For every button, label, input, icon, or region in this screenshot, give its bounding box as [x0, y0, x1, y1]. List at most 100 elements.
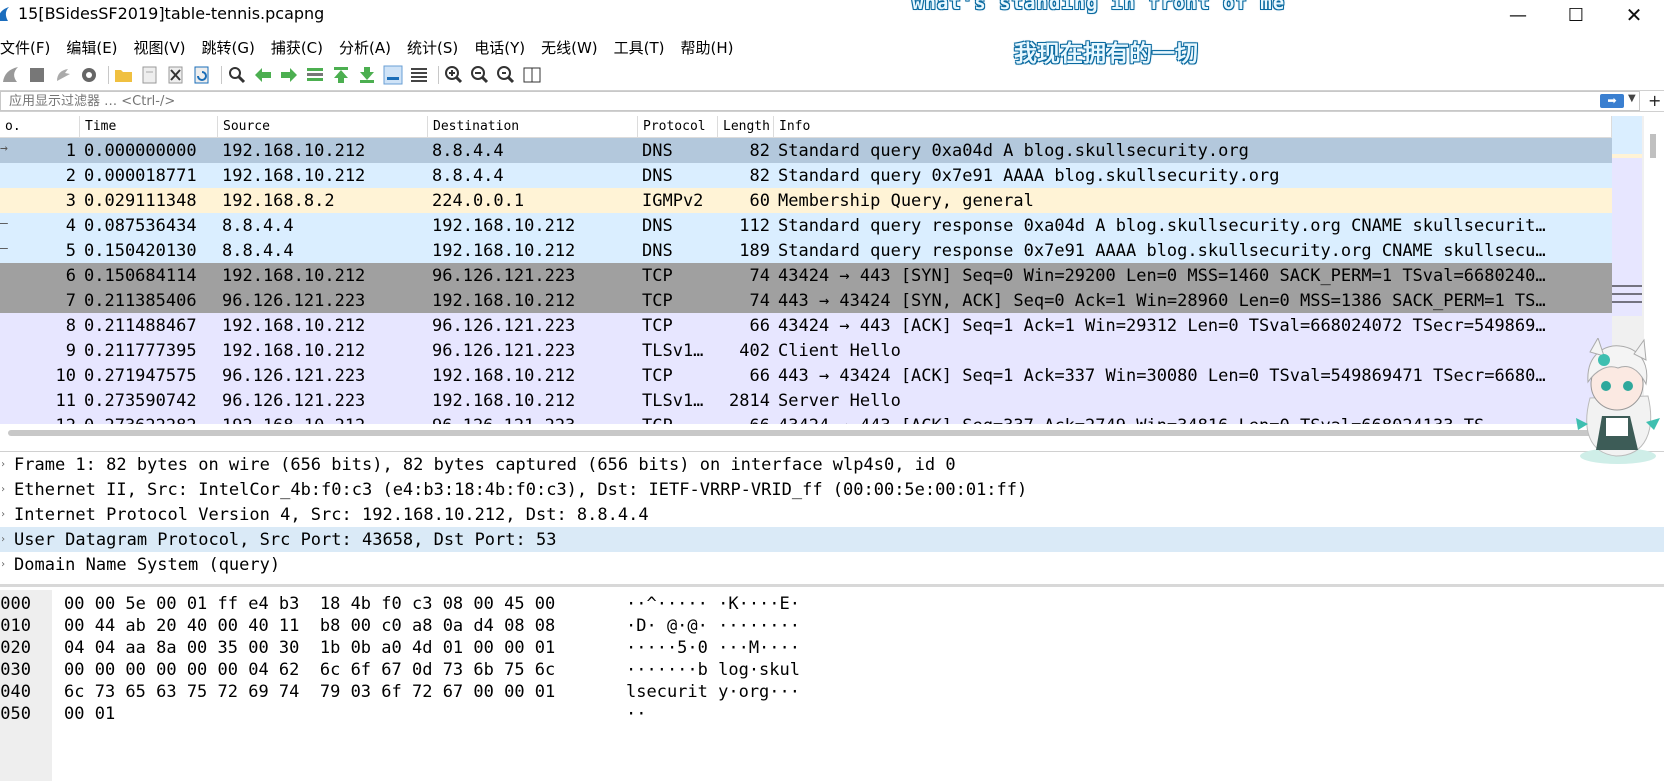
filter-history-dropdown[interactable]: ▼ [1628, 93, 1636, 104]
detail-tree-item[interactable]: › User Datagram Protocol, Src Port: 43658… [0, 527, 1664, 552]
packet-dst-text: 192.168.10.212 [432, 215, 576, 236]
go-back-button[interactable] [252, 64, 274, 86]
packet-row[interactable]: → 1 0.000000000 192.168.10.212 8.8.4.4 DNS 82 S… [0, 138, 1612, 163]
go-to-packet-button[interactable] [304, 64, 326, 86]
expand-chevron-icon[interactable]: › [0, 484, 14, 495]
display-filter-input[interactable] [0, 91, 1640, 111]
capture-options-button[interactable] [78, 64, 100, 86]
packet-info-cell: Standard query 0x7e91 AAAA blog.skullsec… [774, 166, 1612, 186]
go-first-button[interactable] [330, 64, 352, 86]
hex-ascii: ·······b log·skul [626, 660, 800, 680]
close-button[interactable]: ✕ [1606, 0, 1662, 30]
go-last-button[interactable] [356, 64, 378, 86]
save-file-icon [142, 66, 157, 84]
pane-splitter[interactable] [0, 584, 1664, 587]
open-file-button[interactable] [113, 64, 135, 86]
close-file-button[interactable] [165, 64, 187, 86]
column-header[interactable]: Source [218, 116, 428, 137]
packet-row[interactable]: 11 0.273590742 96.126.121.223 192.168.10.21… [0, 388, 1612, 413]
packet-len-text: 60 [749, 190, 770, 211]
stop-capture-button[interactable] [26, 64, 48, 86]
menu-item[interactable]: 跳转(G) [194, 37, 263, 58]
packet-no-text: 1 [65, 140, 76, 161]
packet-src-text: 96.126.121.223 [222, 290, 366, 311]
expand-chevron-icon[interactable]: › [0, 559, 14, 570]
zoom-in-button[interactable] [443, 64, 465, 86]
packet-row[interactable]: 2 0.000018771 192.168.10.212 8.8.4.4 DNS 82 St… [0, 163, 1612, 188]
menu-item[interactable]: 视图(V) [126, 37, 194, 58]
packet-row[interactable]: —4 0.087536434 8.8.4.4 192.168.10.212 DNS 112… [0, 213, 1612, 238]
packet-row[interactable]: —5 0.150420130 8.8.4.4 192.168.10.212 DNS 189… [0, 238, 1612, 263]
packet-row[interactable]: 8 0.211488467 192.168.10.212 96.126.121.223… [0, 313, 1612, 338]
column-header[interactable]: Destination [428, 116, 638, 137]
column-header[interactable]: Info [774, 116, 1612, 137]
detail-tree-item[interactable]: › Domain Name System (query) [0, 552, 1664, 577]
find-packet-button[interactable] [226, 64, 248, 86]
detail-tree-item[interactable]: › Ethernet II, Src: IntelCor_4b:f0:c3 (e4… [0, 477, 1664, 502]
packet-row[interactable]: 12 0.273622282 192.168.10.212 96.126.121.22… [0, 413, 1612, 424]
packet-list-horizontal-scrollbar[interactable] [8, 430, 1612, 436]
menu-item[interactable]: 编辑(E) [58, 37, 125, 58]
zoom-out-button[interactable] [469, 64, 491, 86]
column-header[interactable]: Length [718, 116, 774, 137]
menu-item[interactable]: 工具(T) [606, 37, 673, 58]
packet-row[interactable]: 6 0.150684114 192.168.10.212 96.126.121.223… [0, 263, 1612, 288]
reload-file-button[interactable] [191, 64, 213, 86]
expand-chevron-icon[interactable]: › [0, 509, 14, 520]
hex-ascii: ··^····· ·K····E· [626, 594, 800, 614]
related-packet-icon: — [0, 240, 8, 256]
column-header[interactable]: Protocol [638, 116, 718, 137]
add-filter-button[interactable]: + [1648, 91, 1661, 110]
column-header[interactable]: o. [0, 116, 80, 137]
resize-columns-button[interactable] [521, 64, 543, 86]
plus-icon: + [1648, 91, 1662, 110]
maximize-button[interactable]: ☐ [1548, 0, 1604, 30]
apply-filter-button[interactable]: ➡ [1600, 94, 1624, 108]
menu-item[interactable]: 文件(F) [0, 37, 58, 58]
go-forward-button[interactable] [278, 64, 300, 86]
autoscroll-button[interactable] [382, 64, 404, 86]
colorize-button[interactable] [408, 64, 430, 86]
packet-no-text: 5 [65, 240, 76, 261]
packet-row[interactable]: 10 0.271947575 96.126.121.223 192.168.10.21… [0, 363, 1612, 388]
vertical-scroll-thumb[interactable] [1650, 134, 1656, 158]
packet-no-text: 8 [65, 315, 76, 336]
packet-dst-text: 8.8.4.4 [432, 140, 504, 161]
packet-len-text: 82 [749, 165, 770, 186]
column-header[interactable]: Time [80, 116, 218, 137]
menu-item[interactable]: 统计(S) [399, 37, 466, 58]
shark-fin-start-button[interactable] [0, 64, 22, 86]
packet-src-cell: 96.126.121.223 [218, 366, 428, 386]
packet-time-text: 0.211488467 [84, 315, 197, 336]
expand-chevron-icon[interactable]: › [0, 459, 14, 470]
packet-info-cell: Standard query 0xa04d A blog.skullsecuri… [774, 141, 1612, 161]
expand-chevron-icon[interactable]: › [0, 534, 14, 545]
packet-len-cell: 82 [718, 141, 774, 161]
menu-item[interactable]: 电话(Y) [466, 37, 533, 58]
packet-row[interactable]: 3 0.029111348 192.168.8.2 224.0.0.1 IGMPv2 60… [0, 188, 1612, 213]
minimize-button[interactable]: — [1490, 0, 1546, 30]
packet-proto-text: TCP [642, 315, 673, 336]
detail-tree-item[interactable]: › Internet Protocol Version 4, Src: 192.1… [0, 502, 1664, 527]
packet-proto-cell: DNS [638, 241, 718, 261]
menu-item[interactable]: 帮助(H) [673, 37, 742, 58]
packet-dst-cell: 8.8.4.4 [428, 166, 638, 186]
packet-info-cell: 43424 → 443 [ACK] Seq=1 Ack=1 Win=29312 … [774, 316, 1612, 336]
packet-no-cell: 7 [0, 291, 80, 311]
restart-capture-button[interactable] [52, 64, 74, 86]
menu-item[interactable]: 无线(W) [533, 37, 606, 58]
menu-item[interactable]: 分析(A) [331, 37, 399, 58]
video-subtitle-english: what's standing in front of me [912, 0, 1286, 14]
packet-proto-text: DNS [642, 240, 673, 261]
zoom-normal-button[interactable] [495, 64, 517, 86]
menu-item[interactable]: 捕获(C) [263, 37, 331, 58]
shark-fin-start-icon [3, 67, 18, 82]
detail-tree-item[interactable]: › Frame 1: 82 bytes on wire (656 bits), 8… [0, 452, 1664, 477]
packet-row[interactable]: 9 0.211777395 192.168.10.212 96.126.121.223… [0, 338, 1612, 363]
packet-row[interactable]: 7 0.211385406 96.126.121.223 192.168.10.212… [0, 288, 1612, 313]
save-file-button[interactable] [139, 64, 161, 86]
packet-src-cell: 8.8.4.4 [218, 216, 428, 236]
packet-no-cell: 10 [0, 366, 80, 386]
maximize-icon: ☐ [1567, 4, 1585, 26]
go-forward-icon [281, 68, 297, 82]
